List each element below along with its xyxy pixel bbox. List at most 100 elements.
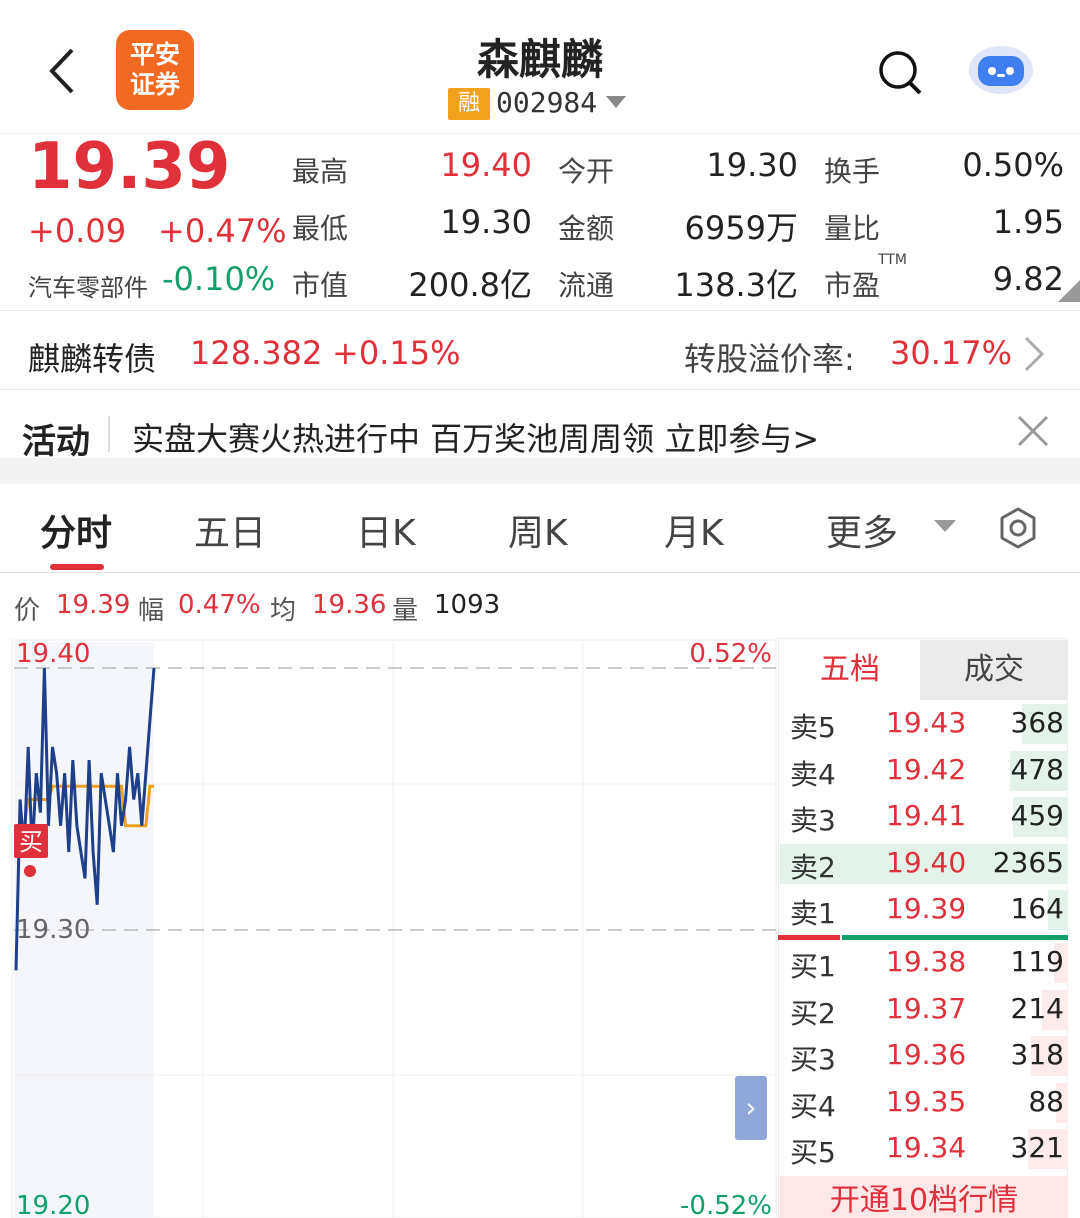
gear-icon[interactable] bbox=[996, 506, 1040, 550]
buy-marker-dot bbox=[24, 865, 36, 877]
logo-text: 平安证券 bbox=[129, 40, 180, 99]
broker-logo: 平安证券 bbox=[116, 30, 194, 110]
sector-change-percent[interactable]: -0.10% bbox=[162, 260, 275, 298]
stat-label-open: 今开 bbox=[558, 155, 615, 188]
ask-price: 19.42 bbox=[886, 752, 967, 786]
bid-price: 19.38 bbox=[886, 945, 967, 978]
close-icon[interactable] bbox=[1016, 414, 1050, 448]
search-icon[interactable] bbox=[876, 48, 924, 96]
tab-trades[interactable]: 成交 bbox=[920, 640, 1068, 700]
tabs-border bbox=[0, 572, 1080, 573]
bid-price: 19.35 bbox=[886, 1084, 967, 1118]
ask-row[interactable]: 卖5 19.43 368 bbox=[780, 702, 1068, 746]
ask-row[interactable]: 卖4 19.42 478 bbox=[780, 749, 1068, 793]
stat-value-market-cap: 200.8亿 bbox=[408, 266, 532, 304]
bid-row[interactable]: 买2 19.37 214 bbox=[780, 988, 1068, 1032]
bid-vol: 214 bbox=[1010, 991, 1064, 1025]
activity-banner-link[interactable]: 实盘大赛火热进行中 百万奖池周周领 立即参与> bbox=[132, 414, 819, 460]
stat-label-market-cap: 市值 bbox=[292, 269, 349, 302]
stat-value-float-cap: 138.3亿 bbox=[674, 266, 798, 304]
ask-row[interactable]: 卖2 19.40 2365 bbox=[780, 842, 1068, 886]
tab-five-day[interactable]: 五日 bbox=[194, 504, 266, 556]
pct-label-high: 0.52% bbox=[689, 639, 772, 669]
chevron-right-icon[interactable] bbox=[1022, 334, 1046, 374]
bid-label: 买2 bbox=[790, 996, 836, 1030]
price-change-percent: +0.47% bbox=[158, 212, 287, 250]
bond-change-percent: +0.15% bbox=[332, 334, 461, 372]
caret-down-icon[interactable] bbox=[934, 520, 956, 534]
price-change: +0.09 bbox=[28, 212, 127, 250]
ask-vol: 368 bbox=[1010, 706, 1064, 739]
bid-row[interactable]: 买3 19.36 318 bbox=[780, 1034, 1068, 1078]
info-amp-value: 0.47% bbox=[178, 590, 261, 620]
ask-vol: 459 bbox=[1010, 799, 1064, 832]
stat-label-turnover: 换手 bbox=[824, 155, 881, 188]
tab-weekly-k[interactable]: 周K bbox=[508, 504, 568, 556]
ask-vol: 2365 bbox=[992, 845, 1064, 879]
caret-down-icon[interactable] bbox=[606, 96, 626, 110]
bid-vol: 321 bbox=[1010, 1131, 1064, 1164]
bid-label: 买5 bbox=[790, 1136, 836, 1169]
assistant-robot-icon[interactable] bbox=[966, 40, 1036, 96]
ask-row[interactable]: 卖3 19.41 459 bbox=[780, 795, 1068, 839]
activity-tag: 活动 bbox=[22, 422, 90, 462]
pct-label-low: -0.52% bbox=[680, 1191, 772, 1218]
convertible-bond-name[interactable]: 麒麟转债 bbox=[28, 334, 156, 380]
bid-vol: 119 bbox=[1010, 945, 1064, 978]
bid-label: 买4 bbox=[790, 1089, 836, 1123]
info-price-label: 价 bbox=[14, 596, 41, 626]
info-vol-value: 1093 bbox=[434, 590, 501, 620]
ask-vol: 478 bbox=[1010, 752, 1064, 786]
stat-value-amount: 6959万 bbox=[684, 209, 798, 247]
stat-value-volume-ratio: 1.95 bbox=[992, 203, 1064, 241]
stat-value-turnover: 0.50% bbox=[962, 146, 1064, 184]
stat-value-high: 19.40 bbox=[440, 146, 532, 184]
intraday-chart[interactable]: 买 19.40 19.30 19.20 0.52% -0.52% bbox=[0, 634, 780, 1218]
ask-label: 卖4 bbox=[790, 757, 836, 791]
bid-price: 19.36 bbox=[886, 1038, 967, 1071]
expand-panel-button[interactable]: › bbox=[735, 1076, 767, 1140]
ask-price: 19.39 bbox=[886, 892, 967, 925]
ask-label: 卖1 bbox=[790, 897, 836, 930]
info-avg-label: 均 bbox=[270, 596, 297, 626]
ask-row[interactable]: 卖1 19.39 164 bbox=[780, 888, 1068, 932]
tab-more[interactable]: 更多 bbox=[826, 504, 898, 556]
divider bbox=[0, 389, 1080, 390]
ask-label: 卖2 bbox=[790, 850, 836, 884]
tab-monthly-k[interactable]: 月K bbox=[664, 504, 724, 556]
section-gap bbox=[0, 458, 1080, 484]
bid-label: 买1 bbox=[790, 950, 836, 983]
active-tab-indicator bbox=[50, 564, 104, 570]
bid-price: 19.37 bbox=[886, 991, 967, 1025]
stat-value-low: 19.30 bbox=[440, 203, 532, 241]
activity-separator bbox=[108, 416, 110, 452]
current-price: 19.39 bbox=[28, 130, 231, 204]
bond-price: 128.382 bbox=[190, 334, 323, 372]
info-vol-label: 量 bbox=[392, 596, 419, 626]
back-arrow-icon[interactable] bbox=[44, 46, 84, 96]
y-label-mid: 19.30 bbox=[16, 915, 90, 945]
stat-label-low: 最低 bbox=[292, 212, 349, 245]
bid-row[interactable]: 买1 19.38 119 bbox=[780, 941, 1068, 985]
stock-code[interactable]: 002984 bbox=[496, 86, 597, 119]
expand-corner-icon[interactable] bbox=[1058, 280, 1080, 302]
stock-name: 森麒麟 bbox=[476, 35, 603, 84]
bid-label: 买3 bbox=[790, 1043, 836, 1076]
stat-label-high: 最高 bbox=[292, 155, 349, 188]
bid-vol: 318 bbox=[1010, 1038, 1064, 1071]
tab-daily-k[interactable]: 日K bbox=[356, 504, 416, 556]
bid-row[interactable]: 买5 19.34 321 bbox=[780, 1127, 1068, 1171]
stat-label-volume-ratio: 量比 bbox=[824, 212, 881, 245]
ask-label: 卖5 bbox=[790, 711, 836, 744]
ask-vol: 164 bbox=[1010, 892, 1064, 925]
stat-label-amount: 金额 bbox=[558, 212, 615, 245]
tab-intraday[interactable]: 分时 bbox=[40, 504, 112, 556]
ask-label: 卖3 bbox=[790, 804, 836, 837]
upgrade-level10-button[interactable]: 开通10档行情 bbox=[780, 1176, 1068, 1218]
divider bbox=[0, 310, 1080, 311]
bid-row[interactable]: 买4 19.35 88 bbox=[780, 1081, 1068, 1125]
bid-price: 19.34 bbox=[886, 1131, 967, 1164]
tab-five-levels[interactable]: 五档 bbox=[780, 640, 920, 700]
info-avg-value: 19.36 bbox=[312, 590, 387, 620]
sector-name[interactable]: 汽车零部件 bbox=[28, 268, 148, 303]
